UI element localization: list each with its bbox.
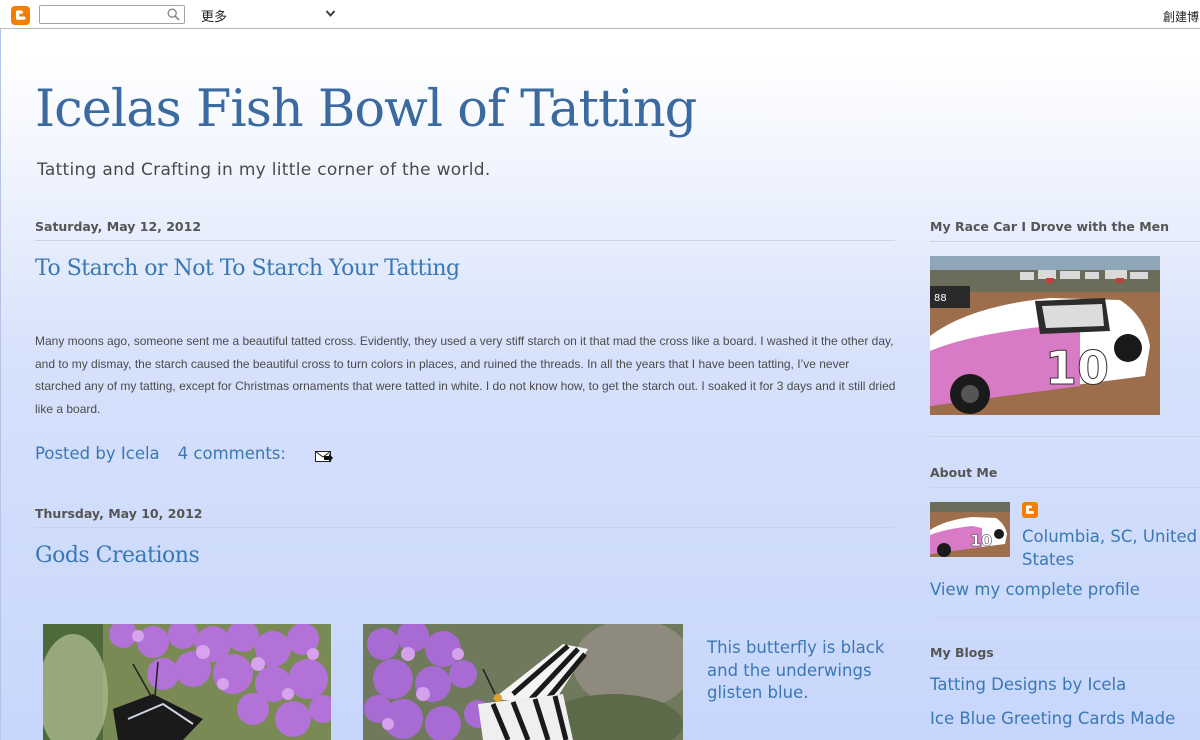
blogger-profile-icon[interactable]: [1022, 502, 1038, 518]
post-title[interactable]: Gods Creations: [35, 543, 200, 568]
blog-title[interactable]: Icelas Fish Bowl of Tatting: [35, 80, 697, 139]
race-car-photo[interactable]: 88 10: [930, 256, 1160, 415]
navbar-search-input[interactable]: [39, 5, 185, 24]
search-icon[interactable]: [167, 8, 180, 21]
blog-description: Tatting and Crafting in my little corner…: [37, 160, 491, 180]
view-profile-link[interactable]: View my complete profile: [930, 580, 1140, 599]
blog-link[interactable]: Ice Blue Greeting Cards Made: [930, 709, 1175, 728]
my-blogs-title: My Blogs: [930, 645, 1200, 668]
post-date-header: Saturday, May 12, 2012: [35, 219, 895, 241]
butterfly-photo-1[interactable]: [43, 624, 331, 740]
navbar-create-blog-link[interactable]: 創建博: [1163, 8, 1199, 25]
svg-text:10: 10: [970, 531, 992, 550]
about-me-title: About Me: [930, 465, 1200, 488]
navbar-more-menu[interactable]: 更多: [201, 6, 227, 25]
photo-caption: This butterfly is black and the underwin…: [707, 638, 885, 702]
blog-link[interactable]: Tatting Designs by Icela: [930, 675, 1126, 694]
blogger-logo-icon[interactable]: [11, 6, 30, 25]
posted-by-author[interactable]: Posted by Icela: [35, 444, 160, 463]
profile-location: Columbia, SC, United States: [1022, 527, 1198, 569]
race-car-widget-title: My Race Car I Drove with the Men: [930, 219, 1200, 242]
svg-text:88: 88: [934, 293, 947, 304]
page-border: [0, 29, 1, 740]
post-date-header: Thursday, May 10, 2012: [35, 506, 895, 528]
blogger-navbar: 更多 創建博: [0, 0, 1200, 29]
post-body: Many moons ago, someone sent me a beauti…: [35, 334, 896, 416]
email-post-icon[interactable]: [315, 449, 333, 463]
widget-separator: [930, 617, 1200, 618]
post-title[interactable]: To Starch or Not To Starch Your Tatting: [35, 256, 460, 281]
butterfly-photo-2[interactable]: [363, 624, 683, 740]
comments-link[interactable]: 4 comments:: [178, 444, 286, 463]
svg-text:10: 10: [1045, 341, 1109, 395]
chevron-down-icon[interactable]: [325, 9, 336, 18]
post-footer: Posted by Icela 4 comments:: [35, 444, 304, 463]
profile-photo[interactable]: 10: [930, 502, 1010, 557]
widget-separator: [930, 436, 1200, 437]
